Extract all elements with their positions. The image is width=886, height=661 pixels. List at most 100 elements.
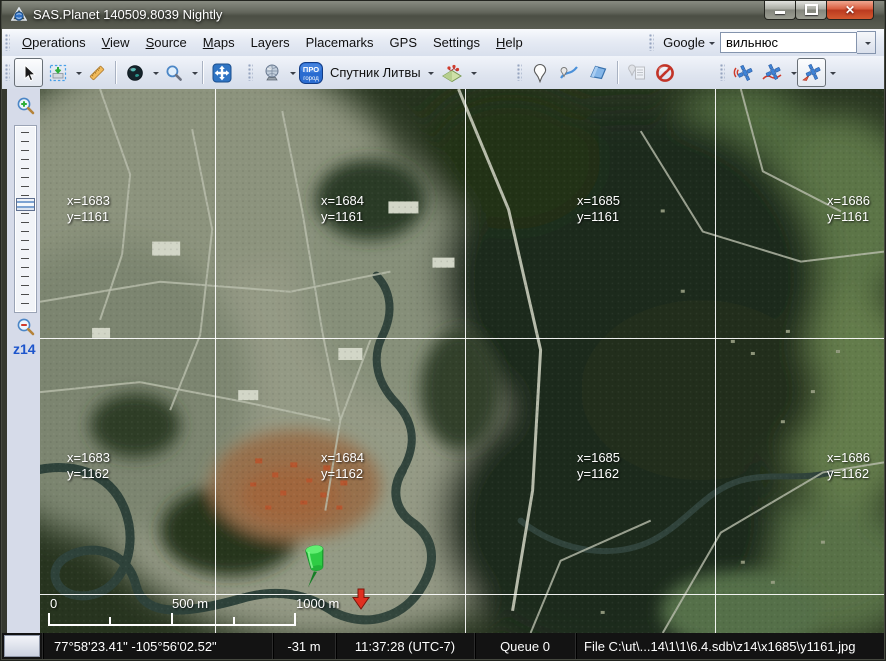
add-placemark-button[interactable] [526,58,555,87]
statusbar-time: 11:37:28 (UTC-7) [335,633,474,659]
statusbar-left-panel [4,635,40,657]
tile-grid-line [465,89,466,633]
minimize-button[interactable] [764,0,796,20]
dark-globe-button[interactable] [120,58,149,87]
zoom-slider-thumb[interactable] [16,198,35,211]
gps-follow-icon [800,63,822,83]
menu-layers[interactable]: Layers [243,31,298,54]
zoom-slider[interactable] [14,125,37,313]
menu-gps[interactable]: GPS [382,31,425,54]
menu-help[interactable]: Help [488,31,531,54]
search-provider-button[interactable]: Google [658,32,720,53]
zoom-level-label: z14 [13,341,36,357]
scale-label-1000: 1000 m [296,596,339,611]
chevron-down-icon [192,72,198,78]
tile-label: x=1685y=1161 [577,193,620,225]
menu-placemarks[interactable]: Placemarks [298,31,382,54]
internet-globe-dropdown[interactable] [286,59,296,86]
gps-track-dropdown[interactable] [787,59,797,86]
placemark-manager-button[interactable] [622,58,651,87]
statusbar-tile-file: File C:\ut\...14\1\1\6.4.sdb\z14\x1685\y… [575,633,884,659]
gps-follow-dropdown[interactable] [826,59,836,86]
chevron-down-icon [290,72,296,78]
zoom-out-button[interactable] [14,315,38,339]
chevron-down-icon [709,42,715,48]
cursor-icon [20,64,38,82]
select-cursor-button[interactable] [14,58,43,87]
search-dropdown-button[interactable] [857,31,876,54]
tile-grid-line [40,338,884,339]
tile-label: x=1684y=1161 [321,193,364,225]
scale-bar [48,613,296,626]
selection-tool-button[interactable] [43,58,72,87]
menu-source[interactable]: Source [138,31,195,54]
scale-label-zero: 0 [50,596,57,611]
toolbar-grip-4[interactable] [720,64,725,81]
gps-connect-button[interactable] [729,58,758,87]
fullscreen-button[interactable] [207,58,236,87]
gps-track-button[interactable] [758,58,787,87]
browser-globe-icon [262,63,282,83]
menubar-grip[interactable] [5,34,10,51]
search-toolbar-grip[interactable] [649,34,654,51]
menu-operations[interactable]: Operations [14,31,94,54]
zoom-in-icon [16,96,36,116]
search-input[interactable] [720,32,857,53]
maximize-button[interactable] [795,0,827,20]
toolbar-separator [115,61,116,84]
ruler-button[interactable] [82,58,111,87]
selection-tool-dropdown[interactable] [72,59,82,86]
tile-label: x=1684y=1162 [321,450,364,482]
green-pushpin-placemark[interactable] [298,541,334,589]
menu-maps[interactable]: Maps [195,31,243,54]
internet-globe-button[interactable] [257,58,286,87]
main-toolbar: ПРО город Спутник Литвы [2,56,884,90]
close-icon: ✕ [845,3,855,17]
selection-icon [49,64,67,82]
hide-placemarks-button[interactable] [651,58,680,87]
tile-grid-line [215,89,216,633]
layers-icon [441,63,463,83]
application-window: SAS.Planet 140509.8039 Nightly ✕ Operati… [0,0,886,661]
statusbar-elevation: -31 m [272,633,335,659]
map-selector-dropdown[interactable] [424,59,434,86]
zoom-in-button[interactable] [14,94,38,118]
toolbar-grip-2[interactable] [248,64,253,81]
layers-dropdown[interactable] [467,59,477,86]
tile-label: x=1683y=1161 [67,193,110,225]
satellite-imagery [40,89,884,633]
dark-globe-dropdown[interactable] [149,59,159,86]
chevron-down-icon [865,42,871,48]
globe-dark-icon [126,64,144,82]
app-icon [11,7,27,23]
layers-button[interactable] [438,58,467,87]
map-selector-label[interactable]: Спутник Литвы [325,65,424,80]
menu-view[interactable]: View [94,31,138,54]
close-button[interactable]: ✕ [826,0,874,20]
gps-follow-button[interactable] [797,58,826,87]
progorod-icon-text-top: ПРО [302,65,318,74]
statusbar-queue: Queue 0 [474,633,575,659]
toolbar-grip-1[interactable] [5,64,10,81]
chevron-down-icon [428,72,434,78]
tile-label: x=1686y=1162 [827,450,870,482]
menu-settings[interactable]: Settings [425,31,488,54]
add-polygon-button[interactable] [584,58,613,87]
fullscreen-icon [212,63,232,83]
toolbar-separator [617,61,618,84]
progorod-icon: ПРО город [299,62,323,84]
search-combobox [720,31,876,54]
tile-label: x=1686y=1161 [827,193,870,225]
placemark-manager-icon [626,63,646,82]
zoom-tool-button[interactable] [159,58,188,87]
toolbar-grip-3[interactable] [517,64,522,81]
window-controls: ✕ [765,0,874,20]
zoom-sidebar: z14 [2,89,40,633]
add-path-button[interactable] [555,58,584,87]
zoom-tool-dropdown[interactable] [188,59,198,86]
title-bar[interactable]: SAS.Planet 140509.8039 Nightly [2,0,884,29]
map-viewport[interactable]: x=1683y=1161 x=1684y=1161 x=1685y=1161 x… [40,89,884,633]
zoom-tool-icon [165,64,183,82]
red-arrow-marker[interactable] [350,587,372,611]
progorod-button[interactable]: ПРО город [296,58,325,87]
